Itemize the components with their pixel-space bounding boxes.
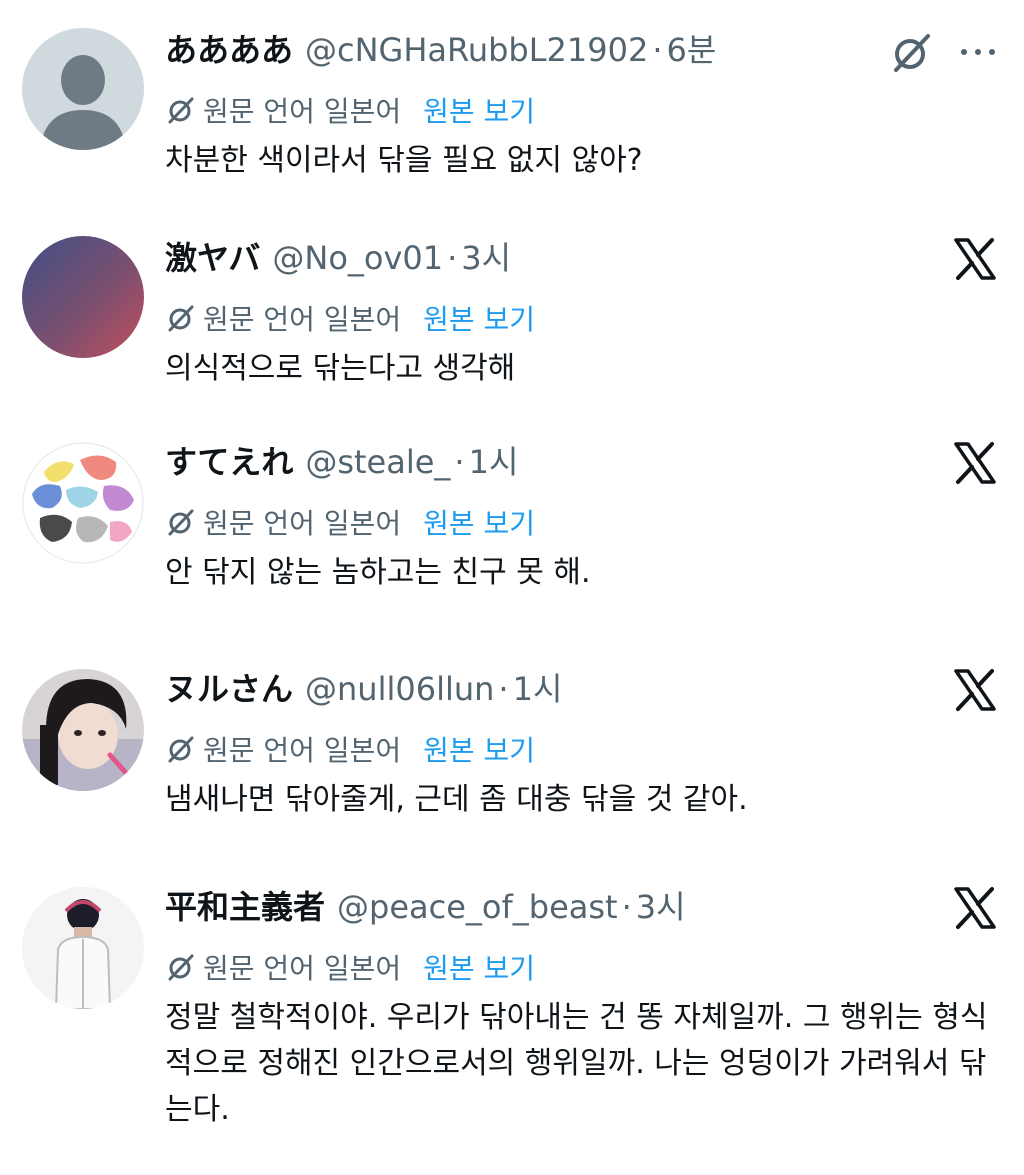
avatar[interactable] [22, 669, 144, 791]
separator-dot: · [652, 31, 663, 69]
translation-label: 원문 언어 일본어 [203, 952, 402, 985]
translate-icon [165, 303, 195, 333]
reply-text: 냄새나면 닦아줄게, 근데 좀 대충 닦을 것 같아. [165, 782, 748, 817]
timestamp[interactable]: 6분 [667, 28, 717, 72]
show-original-link[interactable]: 원본 보기 [423, 502, 535, 542]
reply-text: 차분한 색이라서 닦을 필요 없지 않아? [165, 143, 643, 178]
translation-label: 원문 언어 일본어 [203, 95, 402, 128]
user-handle[interactable]: @cNGHaRubbL21902 [305, 28, 648, 72]
reply-text: 의식적으로 닦는다고 생각해 [165, 351, 516, 386]
reply-header: 激ヤバ @No_ov01 · 3시 [165, 236, 511, 280]
timestamp[interactable]: 3시 [461, 236, 511, 280]
translation-label: 원문 언어 일본어 [203, 734, 402, 767]
show-original-link[interactable]: 원본 보기 [423, 298, 535, 338]
x-logo-icon[interactable] [952, 440, 998, 486]
x-logo-icon[interactable] [952, 885, 998, 931]
user-handle[interactable]: @steale_ [305, 440, 450, 484]
avatar[interactable] [22, 28, 144, 150]
reply-header: ああああ @cNGHaRubbL21902 · 6분 [165, 28, 716, 72]
separator-dot: · [621, 888, 632, 926]
display-name[interactable]: すてえれ [165, 440, 293, 484]
timestamp[interactable]: 1시 [469, 440, 519, 484]
user-handle[interactable]: @peace_of_beast [337, 885, 618, 929]
reply-header: すてえれ @steale_ · 1시 [165, 440, 518, 484]
show-original-link[interactable]: 원본 보기 [423, 947, 535, 987]
reply-text: 정말 철학적이야. 우리가 닦아내는 건 똥 자체일까. 그 행위는 형식적으로… [165, 1000, 988, 1127]
more-icon[interactable] [958, 40, 998, 64]
translate-icon [165, 95, 195, 125]
timestamp[interactable]: 3시 [636, 885, 686, 929]
x-logo-icon[interactable] [952, 667, 998, 713]
translate-icon [165, 734, 195, 764]
translate-icon [165, 952, 195, 982]
show-original-link[interactable]: 원본 보기 [423, 90, 535, 130]
translation-row: 원문 언어 일본어 원본 보기 [165, 88, 535, 132]
avatar[interactable] [22, 442, 144, 564]
show-original-link[interactable]: 원본 보기 [423, 729, 535, 769]
separator-dot: · [454, 443, 465, 481]
display-name[interactable]: ヌルさん [165, 667, 293, 711]
avatar[interactable] [22, 887, 144, 1009]
translation-label: 원문 언어 일본어 [203, 507, 402, 540]
display-name[interactable]: 激ヤバ [165, 236, 260, 280]
display-name[interactable]: ああああ [165, 28, 293, 72]
reply-header: 平和主義者 @peace_of_beast · 3시 [165, 885, 686, 929]
display-name[interactable]: 平和主義者 [165, 885, 325, 929]
reply-header: ヌルさん @null06llun · 1시 [165, 667, 562, 711]
translation-row: 원문 언어 일본어 원본 보기 [165, 296, 535, 340]
user-handle[interactable]: @No_ov01 [272, 236, 443, 280]
translation-row: 원문 언어 일본어 원본 보기 [165, 500, 535, 544]
translate-icon [165, 507, 195, 537]
avatar[interactable] [22, 236, 144, 358]
translation-row: 원문 언어 일본어 원본 보기 [165, 727, 535, 771]
translation-row: 원문 언어 일본어 원본 보기 [165, 945, 535, 989]
grok-icon[interactable] [888, 30, 934, 76]
timestamp[interactable]: 1시 [513, 667, 563, 711]
translation-label: 원문 언어 일본어 [203, 303, 402, 336]
separator-dot: · [447, 239, 458, 277]
reply-text: 안 닦지 않는 놈하고는 친구 못 해. [165, 555, 591, 590]
separator-dot: · [498, 670, 509, 708]
user-handle[interactable]: @null06llun [305, 667, 494, 711]
x-logo-icon[interactable] [952, 236, 998, 282]
